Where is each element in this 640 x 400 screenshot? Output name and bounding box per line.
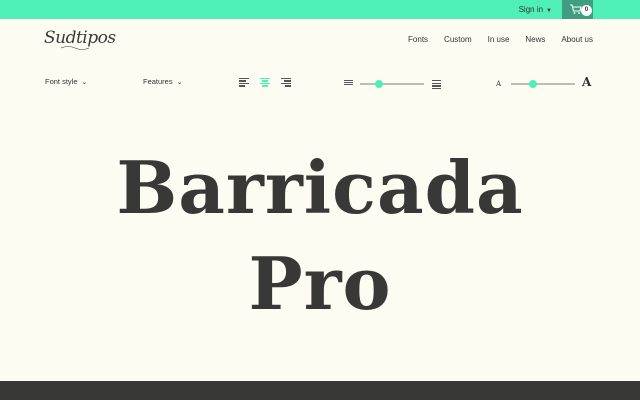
- font-size-slider-thumb[interactable]: [529, 80, 538, 88]
- cart-count-badge: 0: [581, 5, 592, 16]
- sign-in-menu[interactable]: Sign in ▼: [519, 0, 552, 19]
- align-right-button[interactable]: [281, 78, 291, 87]
- logo-swash-icon: [60, 46, 90, 50]
- line-height-slider[interactable]: [360, 80, 424, 88]
- line-height-loose-icon: [432, 80, 441, 90]
- caret-down-icon: ▼: [546, 8, 552, 14]
- main-nav: Fonts Custom In use News About us: [408, 35, 593, 44]
- line-height-slider-thumb[interactable]: [375, 80, 384, 88]
- headline-line-1: Barricada: [116, 145, 524, 230]
- sign-in-label: Sign in: [518, 5, 544, 14]
- features-label: Features: [143, 77, 173, 86]
- align-center-button[interactable]: [260, 78, 270, 87]
- cart-button[interactable]: 0: [562, 0, 593, 19]
- font-style-dropdown[interactable]: Font style ⌄: [45, 77, 87, 86]
- nav-item-news[interactable]: News: [525, 35, 545, 44]
- line-height-tight-icon: [344, 80, 353, 87]
- size-small-glyph: A: [496, 80, 502, 88]
- align-left-button[interactable]: [239, 78, 249, 87]
- nav-item-in-use[interactable]: In use: [488, 35, 510, 44]
- font-preview-text[interactable]: Barricada Pro: [0, 140, 640, 332]
- chevron-down-icon: ⌄: [81, 79, 88, 86]
- nav-item-fonts[interactable]: Fonts: [408, 35, 428, 44]
- size-big-glyph: A: [582, 75, 592, 89]
- font-style-label: Font style: [45, 77, 78, 86]
- nav-item-custom[interactable]: Custom: [444, 35, 472, 44]
- chevron-down-icon: ⌄: [176, 79, 183, 86]
- nav-item-about-us[interactable]: About us: [561, 35, 593, 44]
- footer-bar: [0, 381, 640, 400]
- font-size-slider[interactable]: [511, 80, 575, 88]
- features-dropdown[interactable]: Features ⌄: [143, 77, 182, 86]
- headline-line-2: Pro: [248, 241, 392, 326]
